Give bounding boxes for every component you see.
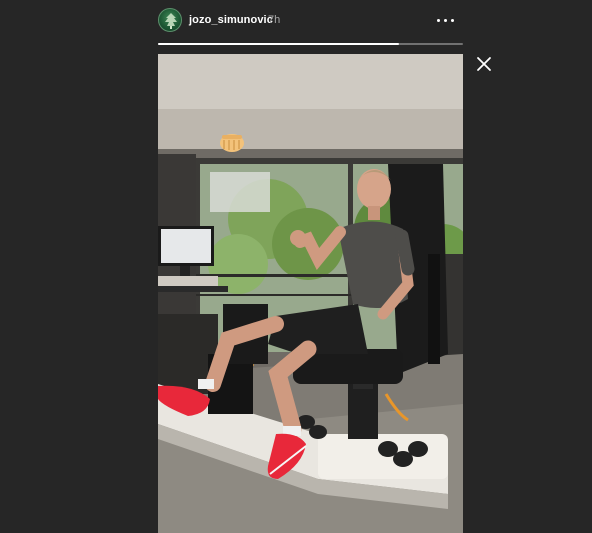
story-photo[interactable] (158, 54, 463, 533)
club-crest-icon (165, 13, 177, 29)
story-progress-fill (158, 43, 399, 45)
close-x-glyph (477, 57, 491, 71)
fist-bump-emoji (220, 134, 244, 152)
story-viewer: jozo_simunovic 7h (158, 0, 463, 533)
username[interactable]: jozo_simunovic (189, 14, 273, 26)
dot (437, 19, 440, 22)
story-progress-bar (158, 43, 463, 45)
close-icon[interactable] (476, 56, 492, 72)
story-header: jozo_simunovic 7h (158, 8, 463, 34)
user-avatar[interactable] (158, 8, 182, 32)
dot (451, 19, 454, 22)
gym-photo-illustration (158, 54, 463, 533)
more-options-icon[interactable] (437, 12, 455, 28)
post-time: 7h (268, 14, 281, 26)
dot (444, 19, 447, 22)
